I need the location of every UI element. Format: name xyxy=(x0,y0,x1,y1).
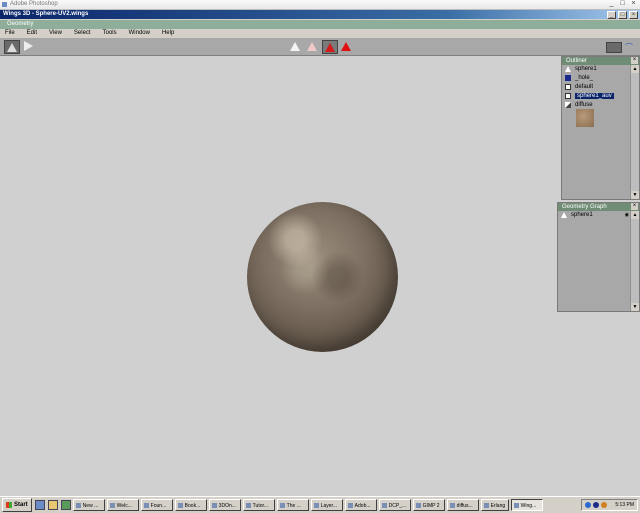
outliner-item-diffuse[interactable]: diffuse xyxy=(562,101,639,110)
start-label: Start xyxy=(14,502,28,508)
scroll-down-arrow-icon[interactable]: ▼ xyxy=(631,191,639,199)
task-button[interactable]: Layer... xyxy=(310,499,343,511)
maximize-button[interactable]: □ xyxy=(618,0,627,8)
task-button[interactable]: New ... xyxy=(72,499,105,511)
face-select-button[interactable] xyxy=(322,40,338,54)
outliner-item-label: _hole_ xyxy=(575,75,594,81)
shaded-mode-icon xyxy=(7,43,17,52)
menu-help[interactable]: Help xyxy=(162,29,174,38)
tray-network-icon[interactable] xyxy=(585,502,592,508)
windows-taskbar: Start New ... Welc... Foun... Book... 3D… xyxy=(0,496,640,513)
task-button[interactable]: Welc... xyxy=(106,499,139,511)
menu-select[interactable]: Select xyxy=(74,29,91,38)
wings-maximize-button[interactable]: □ xyxy=(618,11,627,19)
menu-bar: File Edit View Select Tools Window Help xyxy=(0,29,640,38)
outliner-item-sphere1[interactable]: sphere1 xyxy=(562,65,639,74)
outliner-title: Outliner xyxy=(566,58,588,64)
minimize-button[interactable]: _ xyxy=(607,0,616,8)
menu-window[interactable]: Window xyxy=(129,29,150,38)
scroll-up-arrow-icon[interactable]: ▲ xyxy=(631,211,639,219)
axes-icon: ⌒ xyxy=(625,43,633,52)
geometry-graph-scrollbar[interactable]: ▲ ▼ xyxy=(630,211,639,311)
menu-view[interactable]: View xyxy=(49,29,62,38)
geometry-window-header: Geometry xyxy=(0,20,640,29)
outliner-item-sphere1-auv[interactable]: sphere1_auv xyxy=(562,92,639,101)
visibility-eye-icon[interactable]: ◉ xyxy=(625,211,629,220)
task-button[interactable]: The ... xyxy=(276,499,309,511)
photoshop-app-icon xyxy=(2,2,7,7)
windows-logo-icon xyxy=(6,502,12,508)
geometry-graph-close-button[interactable]: × xyxy=(631,203,638,210)
scroll-up-arrow-icon[interactable]: ▲ xyxy=(631,65,639,73)
face-mode-icon xyxy=(325,43,335,52)
geometry-graph-header: Geometry Graph × xyxy=(558,203,639,211)
scroll-down-arrow-icon[interactable]: ▼ xyxy=(631,303,639,311)
geometry-graph-item-sphere1[interactable]: sphere1 ◉ ▫ xyxy=(558,211,639,220)
close-button[interactable]: × xyxy=(629,0,638,8)
wings-window-title: Wings 3D - Sphere-UV2.wings xyxy=(3,11,89,17)
tray-antivirus-icon[interactable] xyxy=(593,502,600,508)
outliner-item-default[interactable]: default xyxy=(562,83,639,92)
outliner-item-label: default xyxy=(575,84,594,90)
body-mode-icon xyxy=(341,42,351,51)
menu-tools[interactable]: Tools xyxy=(103,29,117,38)
task-button[interactable]: Foun... xyxy=(140,499,173,511)
grid-button[interactable] xyxy=(606,42,622,53)
task-button[interactable]: DCP_... xyxy=(378,499,411,511)
perspective-icon xyxy=(24,41,38,51)
geometry-graph-title: Geometry Graph xyxy=(562,204,607,210)
task-button[interactable]: Adob... xyxy=(344,499,377,511)
3d-viewport[interactable] xyxy=(0,56,640,496)
geometry-graph-item-label: sphere1 xyxy=(571,212,593,218)
object-icon xyxy=(565,66,571,72)
smooth-preview-button[interactable] xyxy=(4,40,20,54)
textured-sphere[interactable] xyxy=(247,202,398,352)
outliner-header: Outliner × xyxy=(562,57,639,65)
body-select-button[interactable] xyxy=(339,40,353,52)
outliner-close-button[interactable]: × xyxy=(631,57,638,64)
menu-edit[interactable]: Edit xyxy=(27,29,37,38)
task-button[interactable]: 3DOn... xyxy=(208,499,241,511)
photoshop-title-bar: Adobe Photoshop _ □ × xyxy=(0,0,640,10)
task-button[interactable]: Erlang xyxy=(480,499,509,511)
task-button[interactable]: diffus... xyxy=(446,499,479,511)
material-swatch-icon xyxy=(565,75,571,81)
object-icon xyxy=(561,212,567,218)
edge-mode-icon xyxy=(307,42,317,51)
task-button-active[interactable]: Wing... xyxy=(510,499,543,511)
menu-file[interactable]: File xyxy=(5,29,15,38)
system-tray: 5:13 PM xyxy=(581,499,638,511)
wings-minimize-button[interactable]: _ xyxy=(607,11,616,19)
outliner-panel: Outliner × sphere1 _hole_ default sphere… xyxy=(561,56,640,200)
outliner-scrollbar[interactable]: ▲ ▼ xyxy=(630,65,639,199)
clock[interactable]: 5:13 PM xyxy=(615,502,634,508)
task-button[interactable]: Tutor... xyxy=(242,499,275,511)
quicklaunch-ie-icon[interactable] xyxy=(34,500,45,510)
wings-title-bar: Wings 3D - Sphere-UV2.wings _ □ × xyxy=(0,10,640,19)
quicklaunch-folder-icon[interactable] xyxy=(47,500,58,510)
geometry-graph-panel: Geometry Graph × sphere1 ◉ ▫ ▲ ▼ xyxy=(557,202,640,312)
edge-select-button[interactable] xyxy=(305,40,319,52)
outliner-item-hole[interactable]: _hole_ xyxy=(562,74,639,83)
quicklaunch-desktop-icon[interactable] xyxy=(60,500,71,510)
start-button[interactable]: Start xyxy=(2,498,32,512)
material-swatch-icon xyxy=(565,93,571,99)
photoshop-title: Adobe Photoshop xyxy=(10,1,58,7)
task-button[interactable]: Book... xyxy=(174,499,207,511)
perspective-toggle-button[interactable] xyxy=(22,40,36,52)
task-button[interactable]: GIMP 2 xyxy=(412,499,445,511)
geometry-label: Geometry xyxy=(7,21,34,27)
vertex-select-button[interactable] xyxy=(288,40,302,52)
outliner-item-label: sphere1 xyxy=(575,66,597,72)
axes-button[interactable]: ⌒ xyxy=(623,42,637,52)
wings-close-button[interactable]: × xyxy=(629,11,638,19)
outliner-item-label: sphere1_auv xyxy=(575,93,614,99)
image-icon xyxy=(565,102,571,108)
outliner-item-label: diffuse xyxy=(575,102,593,108)
diffuse-texture-thumbnail[interactable] xyxy=(576,109,594,127)
toolbar: ⌒ xyxy=(0,38,640,56)
tray-volume-icon[interactable] xyxy=(601,502,608,508)
vertex-mode-icon xyxy=(290,42,300,51)
material-swatch-icon xyxy=(565,84,571,90)
